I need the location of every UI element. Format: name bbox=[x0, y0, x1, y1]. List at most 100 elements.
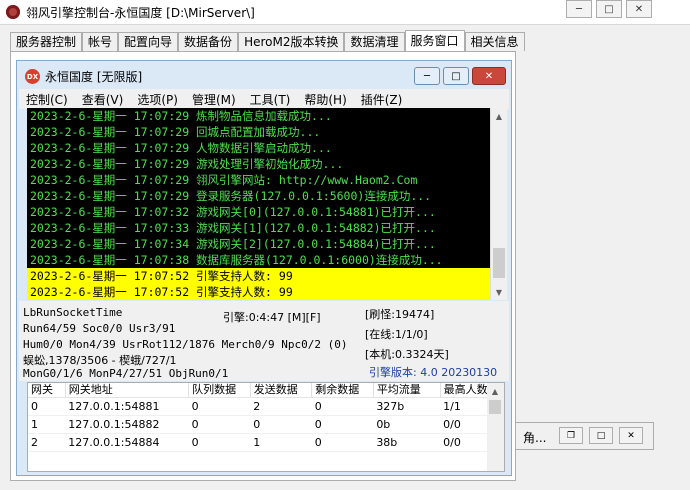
scroll-up-arrow-icon[interactable]: ▲ bbox=[487, 383, 503, 399]
table-row[interactable]: 1 127.0.0.1:54882 0 0 0 0b 0/0 bbox=[28, 415, 504, 434]
log-line: 2023-2-6-星期一 17:07:32 游戏网关[0](127.0.0.1:… bbox=[30, 205, 436, 219]
tab-2[interactable]: 配置向导 bbox=[118, 32, 179, 51]
local-uptime: [本机:0.3324天] bbox=[365, 348, 449, 361]
log-line: 2023-2-6-星期一 17:07:29 人物数据引擎启动成功... bbox=[30, 141, 332, 155]
close-icon: ✕ bbox=[627, 430, 635, 441]
main-tabs: 服务器控制 帐号 配置向导 数据备份 HeroM2版本转换 数据清理 服务窗口 相关信息 bbox=[10, 30, 525, 52]
column-header[interactable]: 发送数据 bbox=[250, 383, 313, 398]
table-cell: 38b bbox=[373, 433, 441, 452]
menu-item-6[interactable]: 插件(Z) bbox=[354, 91, 410, 108]
table-cell: 1 bbox=[28, 415, 66, 434]
menu-item-0[interactable]: 控制(C) bbox=[19, 91, 75, 108]
run-stats: Run64/59 Soc0/0 Usr3/91 bbox=[23, 322, 176, 335]
column-header[interactable]: 平均流量 bbox=[373, 383, 441, 398]
table-cell: 2 bbox=[250, 397, 312, 416]
maximize-icon: □ bbox=[596, 430, 606, 441]
menu-item-3[interactable]: 管理(M) bbox=[185, 91, 243, 108]
scroll-up-arrow-icon[interactable]: ▲ bbox=[491, 108, 507, 124]
table-cell: 127.0.0.1:54884 bbox=[65, 433, 189, 452]
tab-1[interactable]: 帐号 bbox=[82, 32, 119, 51]
refresh-count: [刷怪:19474] bbox=[365, 308, 435, 321]
status-area: LbRunSocketTime 引擎:0:4:47 [M][F] [刷怪:194… bbox=[19, 301, 509, 381]
tab-7[interactable]: 相关信息 bbox=[464, 32, 525, 51]
maximize-icon: □ bbox=[604, 3, 614, 15]
table-cell: 127.0.0.1:54882 bbox=[65, 415, 189, 434]
log-line: 2023-2-6-星期一 17:07:52 引擎支持人数: 99 bbox=[27, 268, 490, 284]
table-cell: 1 bbox=[250, 433, 312, 452]
log-line: 2023-2-6-星期一 17:07:29 回城点配置加载成功... bbox=[30, 125, 321, 139]
log-line: 2023-2-6-星期一 17:07:29 炼制物品信息加载成功... bbox=[30, 109, 332, 123]
console-scrollbar[interactable]: ▲ ▼ bbox=[490, 108, 507, 300]
tab-0[interactable]: 服务器控制 bbox=[10, 32, 83, 51]
monster-group-stats: MonG0/1/6 MonP4/27/51 ObjRun0/1 bbox=[23, 367, 229, 380]
table-cell: 0 bbox=[250, 415, 312, 434]
log-line: 2023-2-6-星期一 17:07:33 游戏网关[1](127.0.0.1:… bbox=[30, 221, 436, 235]
tab-6[interactable]: 服务窗口 bbox=[404, 30, 465, 51]
tab-3[interactable]: 数据备份 bbox=[178, 32, 239, 51]
background-close-button[interactable]: ✕ bbox=[619, 427, 643, 444]
window-title: 翎风引擎控制台-永恒国度 [D:\MirServer\] bbox=[26, 6, 255, 20]
table-cell: 0 bbox=[188, 415, 251, 434]
background-restore-button[interactable]: ❐ bbox=[559, 427, 583, 444]
table-cell: 0 bbox=[188, 397, 251, 416]
engine-version: 引擎版本: 4.0 20230130 bbox=[369, 366, 498, 379]
table-cell: 0b bbox=[373, 415, 441, 434]
maximize-button[interactable]: □ bbox=[596, 0, 622, 18]
dx-icon: DX bbox=[25, 69, 40, 84]
minimize-button[interactable]: ─ bbox=[566, 0, 592, 18]
table-cell: 327b bbox=[373, 397, 441, 416]
run-socket-time-label: LbRunSocketTime bbox=[23, 306, 123, 319]
server-maximize-button[interactable]: □ bbox=[443, 67, 469, 85]
server-window-title-bar: DX 永恒国度 [无限版] ─ □ ✕ bbox=[17, 61, 511, 89]
server-minimize-button[interactable]: ─ bbox=[414, 67, 440, 85]
table-cell: 0 bbox=[188, 433, 251, 452]
menu-item-1[interactable]: 查看(V) bbox=[75, 91, 131, 108]
scroll-down-arrow-icon[interactable]: ▼ bbox=[491, 284, 507, 300]
menu-item-5[interactable]: 帮助(H) bbox=[297, 91, 353, 108]
restore-icon: ❐ bbox=[566, 430, 576, 441]
log-line: 2023-2-6-星期一 17:07:52 引擎支持人数: 99 bbox=[27, 284, 490, 300]
column-header[interactable]: 网关 bbox=[28, 383, 66, 398]
log-line: 2023-2-6-星期一 17:07:34 游戏网关[2](127.0.0.1:… bbox=[30, 237, 436, 251]
log-line: 2023-2-6-星期一 17:07:29 翎风引擎网站: http://www… bbox=[30, 173, 418, 187]
online-count: [在线:1/1/0] bbox=[365, 328, 428, 341]
background-panel-label: 角... bbox=[523, 431, 547, 445]
menu-item-2[interactable]: 选项(P) bbox=[130, 91, 185, 108]
monster-line: 蜈蚣,1378/3506 - 楔蛾/727/1 bbox=[23, 354, 177, 367]
table-row[interactable]: 2 127.0.0.1:54884 0 1 0 38b 0/0 bbox=[28, 433, 504, 452]
tab-4[interactable]: HeroM2版本转换 bbox=[238, 32, 345, 51]
app-icon bbox=[6, 5, 20, 19]
engine-time: 引擎:0:4:47 [M][F] bbox=[223, 311, 321, 324]
column-header[interactable]: 队列数据 bbox=[188, 383, 251, 398]
column-header[interactable]: 网关地址 bbox=[65, 383, 190, 398]
minimize-icon: ─ bbox=[423, 70, 431, 82]
background-panel: 角... ❐ □ ✕ bbox=[512, 422, 654, 450]
table-row[interactable]: 0 127.0.0.1:54881 0 2 0 327b 1/1 bbox=[28, 397, 504, 416]
background-maximize-button[interactable]: □ bbox=[589, 427, 613, 444]
console-scroll-thumb[interactable] bbox=[493, 248, 505, 278]
table-cell: 0 bbox=[311, 433, 374, 452]
table-cell: 2 bbox=[28, 433, 66, 452]
close-button[interactable]: ✕ bbox=[626, 0, 652, 18]
main-title-bar: 翎风引擎控制台-永恒国度 [D:\MirServer\] ─ □ ✕ bbox=[0, 0, 690, 25]
log-line: 2023-2-6-星期一 17:07:29 登录服务器(127.0.0.1:56… bbox=[30, 189, 432, 203]
gateway-table-scrollbar[interactable]: ▲ bbox=[487, 383, 504, 471]
table-cell: 0 bbox=[311, 415, 374, 434]
table-cell: 127.0.0.1:54881 bbox=[65, 397, 189, 416]
minimize-icon: ─ bbox=[575, 3, 583, 15]
log-line: 2023-2-6-星期一 17:07:29 游戏处理引擎初始化成功... bbox=[30, 157, 344, 171]
log-console[interactable]: 2023-2-6-星期一 17:07:29 炼制物品信息加载成功... 2023-… bbox=[27, 108, 490, 300]
server-window-title: 永恒国度 [无限版] bbox=[45, 70, 143, 84]
close-icon: ✕ bbox=[484, 70, 494, 82]
log-line: 2023-2-6-星期一 17:07:38 数据库服务器(127.0.0.1:6… bbox=[30, 253, 443, 267]
menu-item-4[interactable]: 工具(T) bbox=[243, 91, 298, 108]
server-close-button[interactable]: ✕ bbox=[472, 67, 506, 85]
gateway-table: 网关 网关地址 队列数据 发送数据 剩余数据 平均流量 最高人数 0 127.0.0.1:54… bbox=[28, 383, 504, 452]
column-header[interactable]: 剩余数据 bbox=[311, 383, 374, 398]
gateway-scroll-thumb[interactable] bbox=[489, 400, 501, 414]
human-monster-stats: Hum0/0 Mon4/39 UsrRot112/1876 Merch0/9 N… bbox=[23, 338, 348, 351]
gateway-table-panel: 网关 网关地址 队列数据 发送数据 剩余数据 平均流量 最高人数 0 127.0.0.1:54… bbox=[27, 382, 505, 472]
table-cell: 0 bbox=[28, 397, 66, 416]
server-window: DX 永恒国度 [无限版] ─ □ ✕ 控制(C) 查看(V) 选项(P) 管理(M)… bbox=[16, 60, 512, 476]
tab-5[interactable]: 数据清理 bbox=[344, 32, 405, 51]
